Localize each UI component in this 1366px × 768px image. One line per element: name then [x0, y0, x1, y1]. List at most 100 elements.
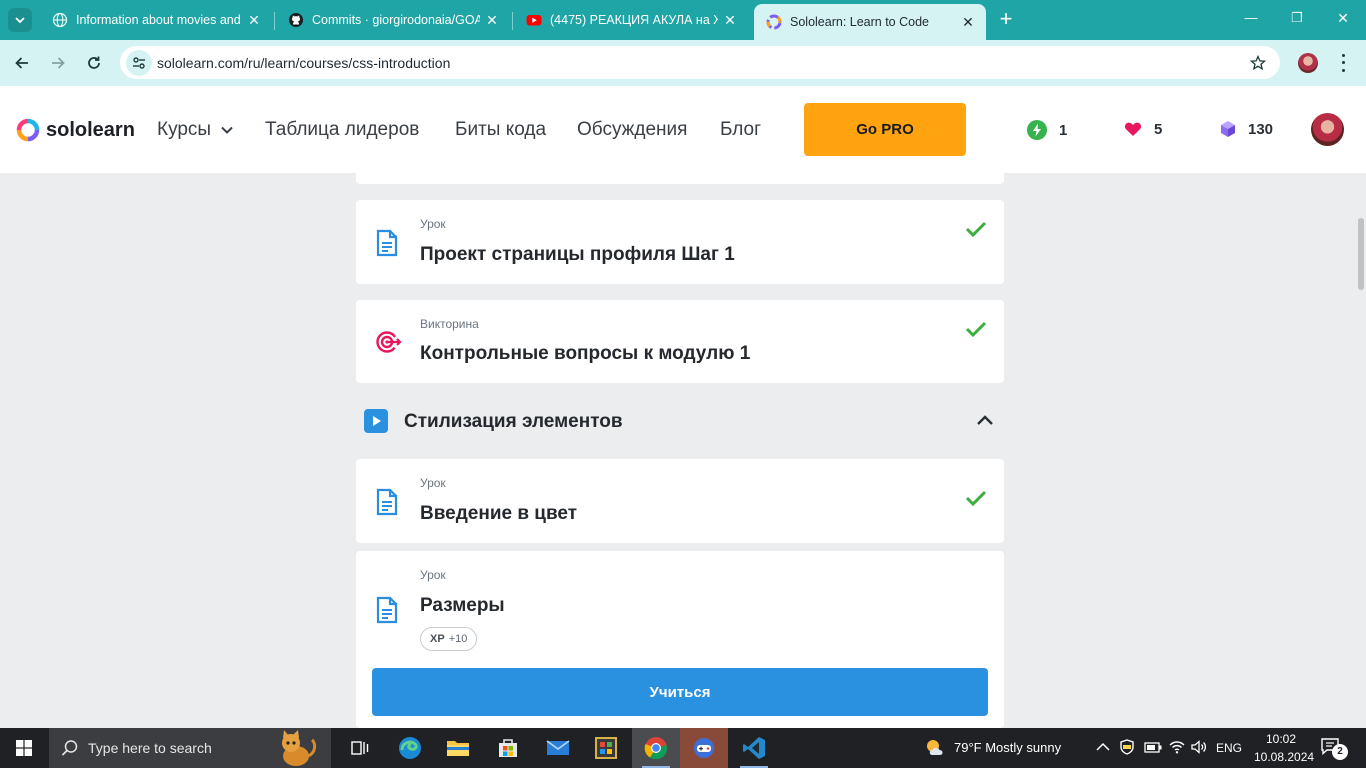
new-tab-button[interactable]: + [994, 8, 1018, 32]
site-header: sololearn Курсы Таблица лидеров Биты код… [0, 86, 1366, 173]
forward-button[interactable] [46, 51, 70, 75]
hearts-counter[interactable]: 5 [1124, 120, 1162, 138]
module-section-header[interactable]: Стилизация элементов [356, 401, 1004, 441]
card-kind: Урок [420, 568, 446, 582]
start-button[interactable] [0, 728, 48, 768]
back-button[interactable] [10, 51, 34, 75]
chevron-down-icon [221, 126, 233, 134]
streak-value: 1 [1059, 121, 1068, 139]
more-dot [1341, 61, 1345, 65]
nav-code-bits[interactable]: Биты кода [455, 119, 546, 141]
card-kind: Викторина [420, 317, 479, 331]
browser-menu-button[interactable] [1336, 52, 1350, 74]
weather-text[interactable]: 79°F Mostly sunny [954, 740, 1061, 755]
sololearn-icon [766, 14, 782, 30]
course-content: Урок Проект страницы профиля Шаг 1 Викто… [0, 173, 1366, 728]
heart-icon [1124, 122, 1142, 136]
learn-button[interactable]: Учиться [372, 668, 988, 716]
nav-courses[interactable]: Курсы [157, 119, 234, 141]
lesson-card[interactable]: Урок Проект страницы профиля Шаг 1 [356, 200, 1004, 284]
close-icon[interactable]: ✕ [242, 12, 266, 29]
sololearn-logo-icon [16, 118, 40, 142]
tab-title: (4475) РЕАКЦИЯ АКУЛА на ЖР [550, 13, 718, 27]
gems-value: 130 [1248, 120, 1274, 138]
security-shield-icon[interactable] [1120, 739, 1134, 755]
more-dot [1341, 68, 1345, 72]
page-scrollbar[interactable] [1358, 218, 1364, 290]
cat-mascot-icon [282, 730, 317, 766]
volume-icon[interactable] [1191, 740, 1207, 754]
weather-sun-cloud-icon [927, 740, 943, 755]
quiz-card[interactable]: Викторина Контрольные вопросы к модулю 1 [356, 300, 1004, 383]
restore-button[interactable]: ❐ [1274, 10, 1320, 26]
battery-icon[interactable] [1144, 742, 1162, 753]
edge-icon [399, 737, 421, 759]
tab-separator [274, 12, 275, 30]
gems-counter[interactable]: 130 [1220, 120, 1273, 138]
search-placeholder: Type here to search [88, 740, 212, 756]
taskbar-edge[interactable] [386, 728, 434, 768]
streak-counter[interactable]: 1 [1027, 120, 1067, 140]
youtube-icon [526, 15, 542, 26]
card-kind: Урок [420, 217, 446, 231]
go-pro-button[interactable]: Go PRO [804, 103, 966, 156]
folder-icon [447, 741, 469, 756]
checkmark-icon [965, 221, 987, 238]
user-avatar[interactable] [1311, 113, 1344, 146]
tab-github[interactable]: Commits · giorgirodonaia/GOA ✕ [276, 4, 510, 36]
clock-date[interactable]: 10.08.2024 [1254, 750, 1314, 764]
close-icon[interactable]: ✕ [718, 12, 742, 29]
reload-button[interactable] [82, 51, 106, 75]
star-icon[interactable] [1250, 55, 1266, 71]
hearts-value: 5 [1154, 120, 1163, 138]
taskbar-store[interactable] [484, 728, 532, 768]
tab-sololearn[interactable]: Sololearn: Learn to Code ✕ [754, 4, 986, 40]
close-window-button[interactable]: ✕ [1320, 10, 1366, 27]
wifi-icon[interactable] [1169, 740, 1185, 754]
taskbar-mail[interactable] [534, 728, 582, 768]
more-dot [1341, 54, 1345, 58]
site-info-button[interactable] [126, 50, 152, 76]
photo-frame-icon [595, 737, 617, 759]
vscode-icon [743, 737, 765, 759]
current-lesson-card[interactable]: Урок Размеры XP +10 Учиться [356, 551, 1004, 728]
chevron-up-icon[interactable] [1096, 742, 1110, 752]
nav-discussions[interactable]: Обсуждения [577, 119, 687, 141]
card-title: Контрольные вопросы к модулю 1 [420, 343, 751, 364]
input-language[interactable]: ENG [1216, 741, 1242, 755]
taskbar-vscode[interactable] [730, 728, 778, 768]
play-square-icon [364, 409, 388, 433]
close-icon[interactable]: ✕ [480, 12, 504, 29]
sololearn-logo[interactable]: sololearn [16, 118, 135, 142]
tab-youtube[interactable]: (4475) РЕАКЦИЯ АКУЛА на ЖР ✕ [514, 4, 748, 36]
notifications-button[interactable]: 2 [1320, 737, 1350, 761]
url-text: sololearn.com/ru/learn/courses/css-intro… [157, 55, 451, 71]
taskbar-chrome[interactable] [632, 728, 680, 768]
lesson-card[interactable]: Урок Введение в цвет [356, 459, 1004, 543]
lesson-doc-icon [376, 596, 398, 624]
minimize-button[interactable]: — [1228, 10, 1274, 25]
taskbar-search[interactable]: Type here to search [49, 728, 331, 768]
task-view-button[interactable] [336, 728, 384, 768]
profile-avatar[interactable] [1298, 53, 1318, 73]
logo-text: sololearn [46, 118, 135, 141]
taskbar-app-gallery[interactable] [582, 728, 630, 768]
chevron-down-icon [15, 17, 25, 24]
card-title: Проект страницы профиля Шаг 1 [420, 244, 735, 265]
close-icon[interactable]: ✕ [956, 14, 980, 31]
store-icon [499, 739, 517, 757]
taskbar-explorer[interactable] [434, 728, 482, 768]
tab-movies[interactable]: Information about movies and ✕ [40, 4, 272, 36]
address-bar[interactable]: sololearn.com/ru/learn/courses/css-intro… [120, 46, 1280, 79]
clock-time[interactable]: 10:02 [1266, 732, 1296, 746]
taskbar-game-app[interactable] [680, 728, 728, 768]
chevron-up-icon[interactable] [976, 413, 994, 427]
tab-search-button[interactable] [8, 8, 32, 32]
nav-leaderboard[interactable]: Таблица лидеров [265, 119, 419, 141]
xp-badge: XP +10 [420, 627, 478, 651]
lesson-doc-icon [376, 229, 398, 257]
globe-icon [52, 12, 68, 28]
nav-blog[interactable]: Блог [720, 119, 761, 141]
notification-count: 2 [1332, 744, 1348, 760]
mail-icon [546, 740, 570, 755]
